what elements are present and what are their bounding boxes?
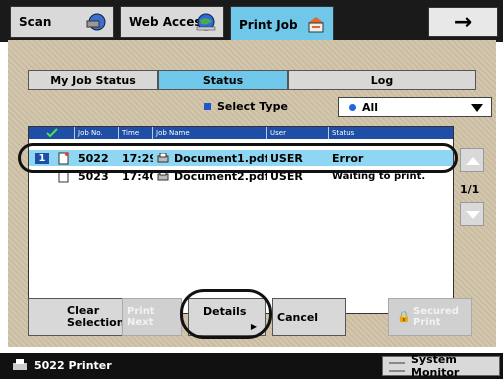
tab-status[interactable]: Status	[158, 70, 288, 90]
lock-icon: 🔒	[397, 310, 411, 323]
header-user: User	[267, 127, 329, 139]
tab-scan[interactable]: Scan	[10, 6, 114, 38]
clear-selection-label: Clear Selection	[67, 304, 125, 329]
chevron-down-icon	[471, 104, 483, 112]
page-indicator: 1/1	[460, 183, 480, 196]
tab-web-access[interactable]: Web Access	[120, 6, 224, 38]
tab-scan-label: Scan	[19, 15, 52, 29]
highlight-oval-details	[180, 289, 272, 339]
cancel-label: Cancel	[277, 310, 319, 324]
tab-log-label: Log	[370, 73, 394, 87]
select-type-dropdown[interactable]: All	[338, 97, 492, 117]
check-column-header	[29, 127, 75, 139]
tab-print-job-label: Print Job	[239, 17, 298, 32]
sub-tab-bar: My Job Status Status Log	[28, 70, 476, 90]
print-next-button[interactable]: Print Next	[122, 298, 182, 336]
secured-print-label: Secured Print	[413, 306, 459, 328]
system-monitor-label: System Monitor	[411, 353, 460, 379]
header-job-no: Job No.	[75, 127, 119, 139]
select-type-bullet-icon	[204, 103, 211, 110]
printer-icon	[308, 17, 324, 33]
header-time: Time	[119, 127, 153, 139]
tab-print-job[interactable]: Print Job	[230, 6, 334, 42]
tab-status-label: Status	[202, 73, 244, 87]
checkmark-icon	[45, 128, 58, 138]
header-job-name: Job Name	[153, 127, 267, 139]
secured-print-button[interactable]: 🔒 Secured Print	[388, 298, 472, 336]
system-monitor-button[interactable]: System Monitor	[382, 353, 500, 379]
tab-my-job-status[interactable]: My Job Status	[28, 70, 158, 90]
tab-my-job-status-label: My Job Status	[50, 73, 136, 87]
menu-lines-icon	[389, 362, 405, 372]
globe-icon	[196, 13, 216, 31]
clear-selection-button[interactable]: Clear Selection	[28, 298, 126, 336]
printer-status-text: 5022 Printer	[34, 359, 112, 372]
footer-bar: 5022 Printer System Monitor	[0, 353, 503, 379]
print-job-screen: Scan Web Access Print Job → My Job Statu…	[0, 0, 503, 379]
tab-log[interactable]: Log	[288, 70, 476, 90]
cancel-button[interactable]: Cancel	[272, 298, 346, 336]
radio-dot-icon	[349, 103, 356, 111]
scroll-down-button[interactable]	[460, 202, 484, 226]
scroll-up-button[interactable]	[460, 148, 484, 172]
select-type-text: Select Type	[217, 100, 288, 113]
top-bar: Scan Web Access Print Job →	[0, 0, 503, 42]
next-screen-button[interactable]: →	[428, 7, 498, 37]
printer-status-icon	[13, 359, 27, 370]
scan-icon	[86, 13, 106, 31]
table-header: Job No. Time Job Name User Status	[29, 127, 453, 139]
print-next-label: Print Next	[127, 306, 155, 328]
highlight-oval-row	[18, 143, 458, 173]
select-type-value: All	[362, 100, 379, 114]
select-type-label: Select Type	[204, 100, 288, 113]
arrow-right-icon: →	[453, 9, 473, 35]
header-status: Status	[332, 129, 355, 137]
